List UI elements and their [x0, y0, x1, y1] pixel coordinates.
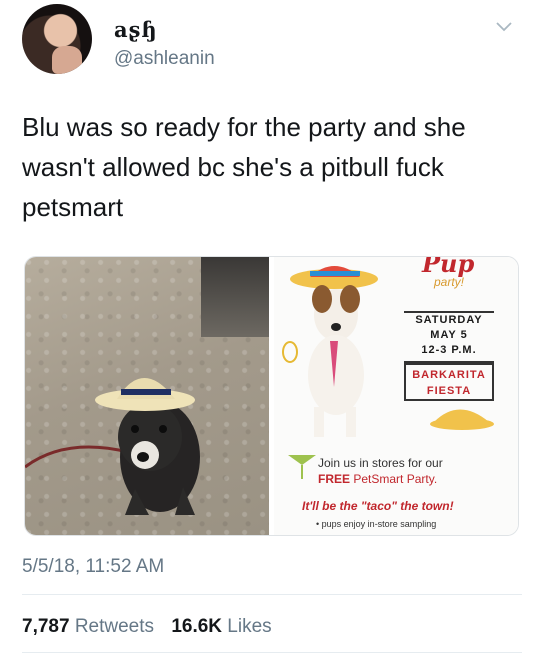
flyer-event: BARKARITA FIESTA [404, 363, 494, 401]
flyer-body: Join us in stores for our FREE PetSmart … [318, 456, 443, 486]
divider [22, 594, 522, 595]
tweet-header: aʂɧ @ashleanin [22, 4, 522, 82]
likes-stat[interactable]: 16.6K Likes [171, 616, 271, 638]
flyer-note: • pups enjoy in-store sampling [316, 519, 437, 529]
display-name[interactable]: aʂɧ [114, 17, 158, 42]
dog-photo[interactable] [25, 257, 269, 535]
tweet-text: Blu was so ready for the party and she w… [22, 112, 466, 222]
retweets-stat[interactable]: 7,787 Retweets [22, 616, 154, 638]
flyer-date: SATURDAY MAY 5 12-3 P.M. [404, 311, 494, 363]
flyer-tagline: It'll be the "taco" the town! [302, 499, 454, 513]
chevron-down-icon[interactable] [494, 16, 514, 36]
tweet-timestamp[interactable]: 5/5/18, 11:52 AM [22, 556, 164, 578]
user-handle[interactable]: @ashleanin [114, 48, 215, 70]
petsmart-flyer[interactable]: Pup party! SATURDAY MAY 5 12-3 P.M. BARK… [274, 257, 518, 535]
divider [22, 652, 522, 653]
tweet-stats: 7,787 Retweets 16.6K Likes [22, 616, 284, 638]
avatar[interactable] [22, 4, 92, 74]
tweet-media[interactable]: Pup party! SATURDAY MAY 5 12-3 P.M. BARK… [24, 256, 519, 536]
